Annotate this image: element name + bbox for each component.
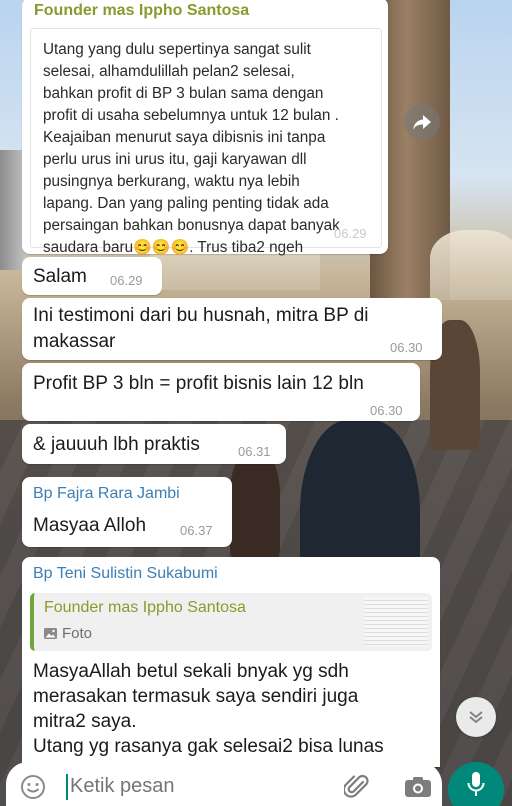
- message-bubble-6[interactable]: Bp Fajra Rara Jambi Masyaa Alloh 06.37: [22, 477, 232, 547]
- message-text-block: MasyaAllah betul sekali bnyak yg sdh mera…: [33, 659, 433, 759]
- message-line: Utang yg rasanya gak selesai2 bisa lunas: [33, 736, 384, 757]
- message-line: lapang. Dan yang paling penting tidak ad…: [43, 195, 329, 212]
- message-time: 06.29: [334, 226, 367, 241]
- message-time: 06.31: [238, 444, 271, 459]
- message-line: merasakan termasuk saya sendiri juga: [33, 686, 359, 707]
- message-bubble-5[interactable]: & jauuuh lbh praktis 06.31: [22, 424, 286, 464]
- photo-icon: [44, 628, 57, 639]
- message-line: profit di usaha sebelumnya untuk 12 bula…: [43, 107, 339, 124]
- message-time: 06.30: [370, 403, 403, 418]
- forward-icon: [413, 115, 431, 130]
- microphone-icon: [467, 772, 485, 796]
- scroll-to-bottom-button[interactable]: [456, 697, 496, 737]
- message-input-bar: [6, 762, 442, 806]
- message-sender: Bp Teni Sulistin Sukabumi: [33, 565, 218, 582]
- background-umbrella: [430, 230, 512, 300]
- message-line: Utang yang dulu sepertinya sangat sulit: [43, 41, 311, 58]
- message-time: 06.37: [180, 523, 213, 538]
- quoted-photo-thumbnail: [364, 597, 428, 647]
- message-sender: Bp Fajra Rara Jambi: [33, 485, 180, 502]
- message-text: Masyaa Alloh: [33, 515, 147, 536]
- message-bubble-3[interactable]: Ini testimoni dari bu husnah, mitra BP d…: [22, 298, 442, 360]
- attach-button[interactable]: [342, 773, 370, 801]
- message-line: persaingan bahkan bonusnya dapat banyak: [43, 217, 340, 234]
- message-line: Keajaiban menurut saya dibisnis ini tanp…: [43, 129, 326, 146]
- message-bubble-4[interactable]: Profit BP 3 bln = profit bisnis lain 12 …: [22, 363, 420, 421]
- message-body-quoted-text: Utang yang dulu sepertinya sangat sulit s…: [30, 28, 382, 256]
- message-line: mitra2 saya.: [33, 711, 137, 732]
- message-line: MasyaAllah betul sekali bnyak yg sdh: [33, 661, 349, 682]
- text-cursor: [66, 774, 68, 800]
- emoji-icon: [21, 775, 45, 799]
- message-text: . Trus tiba2 ngeh: [189, 239, 304, 256]
- message-last-line: saudara baru😊😊😊. Trus tiba2 ngeh: [43, 237, 371, 259]
- message-text: saudara baru: [43, 239, 134, 256]
- message-bubble-2[interactable]: Salam 06.29: [22, 257, 162, 295]
- background-person: [230, 450, 280, 560]
- emoji-button[interactable]: [20, 774, 46, 800]
- message-line: bahkan profit di BP 3 bulan sama dengan: [43, 85, 324, 102]
- quoted-message-sender: Founder mas Ippho Santosa: [44, 599, 246, 616]
- message-input[interactable]: [70, 770, 330, 802]
- camera-button[interactable]: [404, 776, 432, 798]
- message-sender: Founder mas Ippho Santosa: [34, 2, 250, 19]
- message-text: Salam: [33, 266, 87, 287]
- message-text: Profit BP 3 bln = profit bisnis lain 12 …: [33, 373, 364, 394]
- camera-icon: [405, 777, 431, 797]
- message-bubble-7[interactable]: Bp Teni Sulistin Sukabumi Founder mas Ip…: [22, 557, 440, 767]
- forward-button[interactable]: [404, 104, 440, 140]
- smile-emoji-icon: 😊😊😊: [133, 239, 190, 256]
- message-bubble-1[interactable]: Founder mas Ippho Santosa Utang yang dul…: [22, 0, 388, 256]
- quoted-message-type: Foto: [44, 625, 92, 642]
- message-lines: Utang yang dulu sepertinya sangat sulit s…: [43, 39, 371, 237]
- message-text: Ini testimoni dari bu husnah, mitra BP d…: [33, 305, 369, 326]
- double-chevron-down-icon: [469, 711, 483, 724]
- quoted-message[interactable]: Founder mas Ippho Santosa Foto: [30, 593, 432, 651]
- paperclip-icon: [342, 774, 369, 798]
- message-time: 06.30: [390, 340, 423, 355]
- message-line: pusingnya berkurang, waktu nya lebih: [43, 173, 300, 190]
- message-text: & jauuuh lbh praktis: [33, 434, 200, 455]
- message-line: perlu urus ini urus itu, gaji karyawan d…: [43, 151, 307, 168]
- message-line: selesai, alhamdulillah pelan2 selesai,: [43, 63, 295, 80]
- message-time: 06.29: [110, 273, 143, 288]
- message-text: makassar: [33, 331, 116, 352]
- quoted-message-type-label: Foto: [62, 625, 93, 642]
